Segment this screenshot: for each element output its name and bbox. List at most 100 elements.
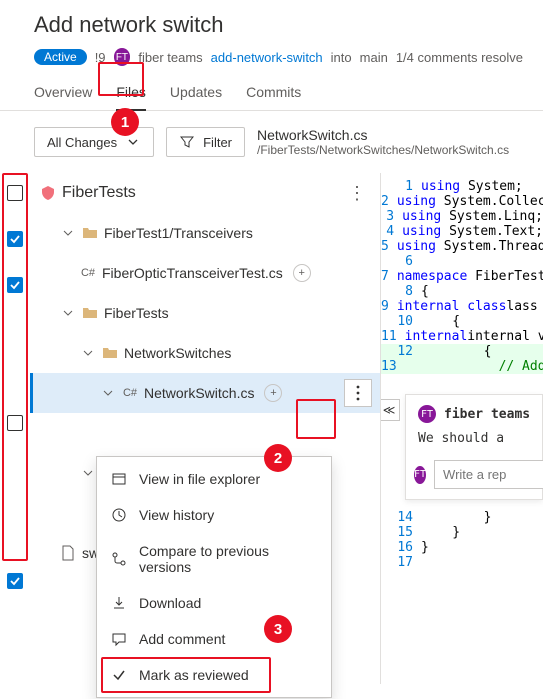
- code-line: 17: [381, 555, 543, 570]
- tree-row-folder[interactable]: NetworkSwitches: [30, 333, 380, 373]
- comments-status[interactable]: 1/4 comments resolve: [396, 50, 523, 65]
- chevron-down-icon: [80, 465, 96, 481]
- check-icon: [111, 667, 127, 683]
- add-comment-chip[interactable]: +: [293, 264, 311, 282]
- ctx-view-history[interactable]: View history: [97, 497, 331, 533]
- review-checkbox[interactable]: [7, 415, 23, 431]
- chevron-down-icon: [60, 305, 76, 321]
- tab-overview[interactable]: Overview: [34, 84, 92, 110]
- callout-badge-2: 2: [264, 444, 292, 472]
- cs-file-icon: C#: [80, 265, 96, 281]
- compare-icon: [111, 551, 127, 567]
- tree-row-repo[interactable]: FiberTests ⋮: [30, 173, 380, 213]
- comment-body: We should a: [414, 431, 532, 446]
- ctx-label: View in file explorer: [139, 471, 260, 487]
- tree-row-folder[interactable]: FiberTests: [30, 293, 380, 333]
- code-line: 11internalinternal voi: [381, 329, 543, 344]
- add-comment-chip[interactable]: +: [264, 384, 282, 402]
- tabs-row: Overview Files Updates Commits: [0, 66, 543, 111]
- filepath-sub: /FiberTests/NetworkSwitches/NetworkSwitc…: [257, 143, 543, 157]
- folder-icon: [102, 345, 118, 361]
- folder-icon: [82, 305, 98, 321]
- reply-avatar: FT: [414, 466, 426, 484]
- comment-icon: [111, 631, 127, 647]
- collapse-thread-button[interactable]: ≪: [380, 399, 400, 421]
- chevron-down-icon: [125, 134, 141, 150]
- cs-file-icon: C#: [122, 385, 138, 401]
- ctx-download[interactable]: Download: [97, 585, 331, 621]
- context-menu: View in file explorer View history Compa…: [96, 456, 332, 698]
- tree-label: NetworkSwitch.cs: [144, 385, 254, 401]
- review-checkbox[interactable]: [7, 277, 23, 293]
- filter-label: Filter: [203, 135, 232, 150]
- tree-label: FiberTests: [62, 184, 136, 202]
- source-branch-link[interactable]: add-network-switch: [211, 50, 323, 65]
- tree-row-file[interactable]: C# FiberOpticTransceiverTest.cs +: [30, 253, 380, 293]
- ctx-compare-versions[interactable]: Compare to previous versions: [97, 533, 331, 585]
- ctx-label: Add comment: [139, 631, 225, 647]
- chevron-down-icon: [60, 225, 76, 241]
- file-explorer-icon: [111, 471, 127, 487]
- comment-user: fiber teams: [444, 407, 530, 422]
- checkbox-strip: [0, 173, 30, 684]
- more-button[interactable]: [344, 379, 372, 407]
- code-line: 12 {: [381, 344, 543, 359]
- target-branch: main: [360, 50, 388, 65]
- pr-number: !9: [95, 50, 106, 65]
- code-line: 1using System;: [381, 179, 543, 194]
- review-checkbox[interactable]: [7, 231, 23, 247]
- team-name: fiber teams: [138, 50, 202, 65]
- pr-meta-row: Active !9 FT fiber teams add-network-swi…: [34, 48, 523, 66]
- callout-badge-1: 1: [111, 108, 139, 136]
- code-line: 9internal classlass N: [381, 299, 543, 314]
- tree-label: FiberTests: [104, 305, 169, 321]
- chevron-down-icon: [80, 345, 96, 361]
- code-line: 2using System.Collect: [381, 194, 543, 209]
- code-line: 15 }: [381, 525, 543, 540]
- avatar: FT: [114, 48, 131, 66]
- toolbar: All Changes Filter NetworkSwitch.cs /Fib…: [0, 111, 543, 173]
- tab-commits[interactable]: Commits: [246, 84, 301, 110]
- tree-label: FiberOpticTransceiverTest.cs: [102, 265, 283, 281]
- code-line: 5using System.Threadi: [381, 239, 543, 254]
- comment-avatar: FT: [418, 405, 436, 423]
- ctx-label: Mark as reviewed: [139, 667, 249, 683]
- ctx-view-in-explorer[interactable]: View in file explorer: [97, 461, 331, 497]
- page-title: Add network switch: [34, 12, 523, 38]
- tree-row-file-selected[interactable]: C# NetworkSwitch.cs +: [30, 373, 380, 413]
- git-repo-icon: [40, 185, 56, 201]
- filepath-title: NetworkSwitch.cs: [257, 127, 543, 143]
- ctx-mark-reviewed[interactable]: Mark as reviewed: [97, 657, 331, 693]
- ctx-label: View history: [139, 507, 214, 523]
- code-line: 7namespace FiberTest.: [381, 269, 543, 284]
- more-icon[interactable]: ⋮: [348, 183, 372, 204]
- comment-thread: ≪ FT fiber teams We should a FT: [405, 394, 543, 500]
- code-line: 8{: [381, 284, 543, 299]
- tab-files[interactable]: Files: [116, 84, 146, 110]
- status-badge: Active: [34, 49, 87, 65]
- history-icon: [111, 507, 127, 523]
- filter-button[interactable]: Filter: [166, 127, 245, 157]
- code-line: 10 {: [381, 314, 543, 329]
- code-line: 16}: [381, 540, 543, 555]
- into-label: into: [331, 50, 352, 65]
- download-icon: [111, 595, 127, 611]
- review-checkbox[interactable]: [7, 573, 23, 589]
- tree-label: FiberTest1/Transceivers: [104, 225, 253, 241]
- all-changes-button[interactable]: All Changes: [34, 127, 154, 157]
- ctx-add-comment[interactable]: Add comment: [97, 621, 331, 657]
- tree-row-folder[interactable]: FiberTest1/Transceivers: [30, 213, 380, 253]
- code-pane: 1using System;2using System.Collect3usin…: [380, 173, 543, 684]
- code-line: 14 }: [381, 510, 543, 525]
- filter-icon: [179, 134, 195, 150]
- tab-updates[interactable]: Updates: [170, 84, 222, 110]
- code-line: 13 // Add i: [381, 359, 543, 374]
- code-line: 3using System.Linq;: [381, 209, 543, 224]
- ctx-label: Download: [139, 595, 201, 611]
- chevron-down-icon: [100, 385, 116, 401]
- code-line: 6: [381, 254, 543, 269]
- review-checkbox[interactable]: [7, 185, 23, 201]
- more-vertical-icon: [356, 385, 360, 401]
- tree-label: NetworkSwitches: [124, 345, 231, 361]
- reply-input[interactable]: [434, 460, 543, 489]
